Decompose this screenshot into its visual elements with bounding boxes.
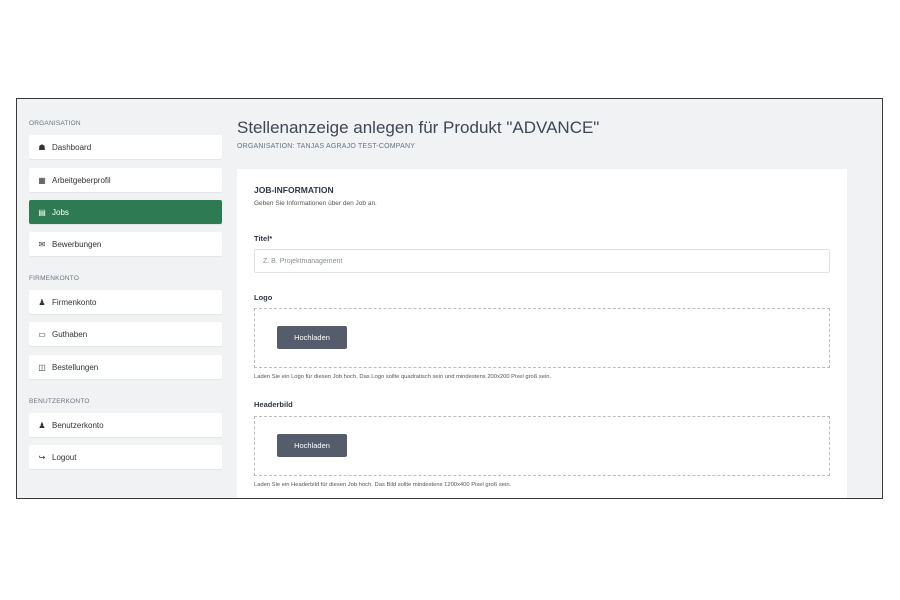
- headerbild-hint: Laden Sie ein Headerbild für diesen Job …: [254, 482, 512, 488]
- title-input[interactable]: [254, 249, 830, 273]
- logo-upload-button[interactable]: Hochladen: [277, 326, 347, 349]
- sidebar-item-label: Dashboard: [52, 142, 92, 152]
- sidebar-item-benutzerkonto[interactable]: ♟ Benutzerkonto: [29, 413, 222, 437]
- sidebar-item-guthaben[interactable]: ▭ Guthaben: [29, 322, 222, 346]
- user-icon: ♟: [38, 420, 46, 430]
- cart-icon: ◫: [38, 362, 46, 372]
- wallet-icon: ▭: [38, 329, 46, 339]
- logo-dropzone[interactable]: Hochladen: [254, 308, 830, 368]
- sidebar-item-label: Guthaben: [52, 329, 88, 339]
- sidebar-item-label: Firmenkonto: [52, 297, 97, 307]
- page-title: Stellenanzeige anlegen für Produkt "ADVA…: [237, 118, 600, 137]
- headerbild-label: Headerbild: [254, 400, 293, 409]
- organisation-subtitle: ORGANISATION: TANJAS AGRAJO TEST-COMPANY: [237, 143, 416, 150]
- sidebar-item-jobs[interactable]: ▤ Jobs: [29, 200, 222, 224]
- job-information-card: JOB-INFORMATION Geben Sie Informationen …: [237, 169, 847, 498]
- logo-hint: Laden Sie ein Logo für diesen Job hoch. …: [254, 374, 552, 380]
- sidebar-item-label: Jobs: [52, 207, 69, 217]
- headerbild-upload-button[interactable]: Hochladen: [277, 434, 347, 457]
- sidebar-item-bestellungen[interactable]: ◫ Bestellungen: [29, 355, 222, 379]
- sidebar-item-bewerbungen[interactable]: ✉ Bewerbungen: [29, 232, 222, 256]
- building-icon: ▦: [38, 175, 46, 185]
- document-icon: ▤: [38, 207, 46, 217]
- logo-label: Logo: [254, 293, 273, 302]
- section-label-organisation: ORGANISATION: [29, 120, 81, 127]
- section-label-benutzerkonto: BENUTZERKONTO: [29, 398, 90, 405]
- section-title: JOB-INFORMATION: [254, 185, 334, 195]
- section-label-firmenkonto: FIRMENKONTO: [29, 275, 80, 282]
- app-window: ORGANISATION ☗ Dashboard ▦ Arbeitgeberpr…: [16, 98, 883, 499]
- title-label: Titel*: [254, 234, 273, 243]
- headerbild-dropzone[interactable]: Hochladen: [254, 416, 830, 476]
- sidebar-item-label: Logout: [52, 452, 77, 462]
- sidebar-item-dashboard[interactable]: ☗ Dashboard: [29, 135, 222, 159]
- logout-icon: ↪: [38, 452, 46, 462]
- envelope-icon: ✉: [38, 239, 46, 249]
- section-description: Geben Sie Informationen über den Job an.: [254, 200, 377, 207]
- home-icon: ☗: [38, 142, 46, 152]
- sidebar-item-logout[interactable]: ↪ Logout: [29, 445, 222, 469]
- sidebar-item-label: Bewerbungen: [52, 239, 102, 249]
- sidebar-item-label: Bestellungen: [52, 362, 99, 372]
- sidebar-item-label: Arbeitgeberprofil: [52, 175, 111, 185]
- users-icon: ♟: [38, 297, 46, 307]
- main-content: Stellenanzeige anlegen für Produkt "ADVA…: [237, 99, 882, 498]
- sidebar-item-label: Benutzerkonto: [52, 420, 104, 430]
- sidebar-item-arbeitgeberprofil[interactable]: ▦ Arbeitgeberprofil: [29, 168, 222, 192]
- sidebar-item-firmenkonto[interactable]: ♟ Firmenkonto: [29, 290, 222, 314]
